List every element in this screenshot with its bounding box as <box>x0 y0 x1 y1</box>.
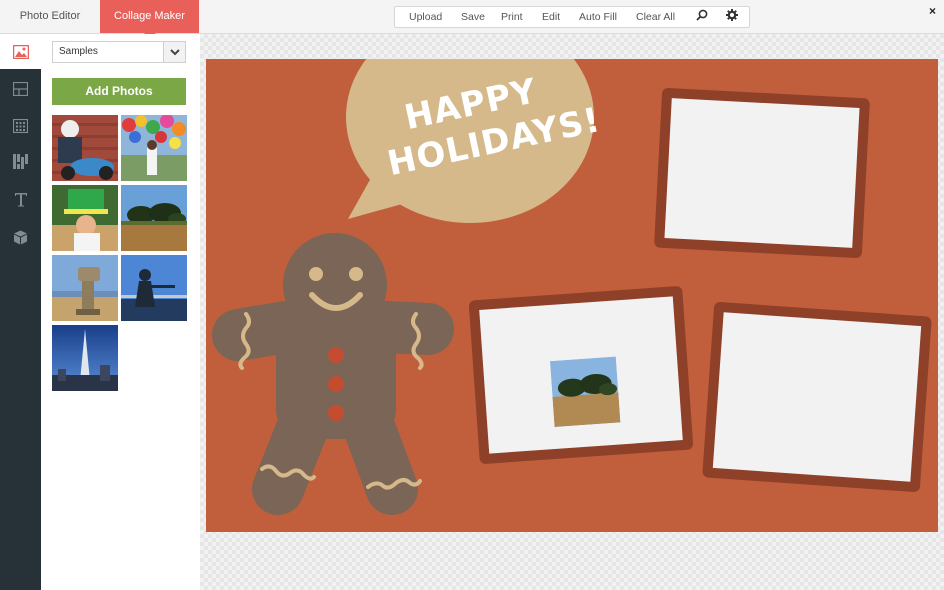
source-select-value: Samples <box>59 46 98 57</box>
photo-thumbnail[interactable] <box>52 325 118 391</box>
save-button[interactable]: Save <box>461 7 485 27</box>
collage-canvas: HAPPY HOLIDAYS! <box>206 59 938 532</box>
edit-button[interactable]: Edit <box>542 7 560 27</box>
rail-layouts[interactable] <box>0 71 41 106</box>
photos-panel: Samples Add Photos <box>41 34 200 590</box>
gear-icon[interactable] <box>725 8 739 28</box>
rail-stickers[interactable] <box>0 220 41 255</box>
text-icon <box>14 193 27 207</box>
top-bar: Photo Editor Collage Maker Upload Save P… <box>0 0 944 39</box>
close-icon[interactable]: × <box>929 4 936 18</box>
grid-icon <box>13 118 28 133</box>
photo-frame[interactable] <box>468 285 694 465</box>
layout-icon <box>13 81 28 96</box>
photo-thumbnail[interactable] <box>121 255 187 321</box>
left-rail <box>0 34 41 590</box>
auto-fill-button[interactable]: Auto Fill <box>579 7 617 27</box>
tab-collage-maker[interactable]: Collage Maker <box>100 0 199 39</box>
photo-thumbnail[interactable] <box>52 185 118 251</box>
add-photos-button[interactable]: Add Photos <box>52 78 186 105</box>
photo-thumbnail[interactable] <box>52 255 118 321</box>
photo-thumbnail[interactable] <box>52 115 118 181</box>
search-icon[interactable] <box>695 8 709 28</box>
upload-button[interactable]: Upload <box>409 7 442 27</box>
rail-grids[interactable] <box>0 108 41 143</box>
clear-all-button[interactable]: Clear All <box>636 7 675 27</box>
source-select[interactable]: Samples <box>52 41 186 63</box>
cube-icon <box>14 230 27 245</box>
toolbar-menu: Upload Save Print Edit Auto Fill Clear A… <box>394 6 750 28</box>
print-button[interactable]: Print <box>501 7 523 27</box>
photo-thumbnail[interactable] <box>121 185 187 251</box>
photo-frame[interactable] <box>702 301 932 493</box>
frame-photo[interactable] <box>549 356 621 427</box>
photo-frame[interactable] <box>653 87 871 259</box>
rail-patterns[interactable] <box>0 144 41 179</box>
image-icon <box>12 44 29 59</box>
pattern-icon <box>13 154 28 169</box>
photo-thumbnail[interactable] <box>121 115 187 181</box>
tab-photo-editor[interactable]: Photo Editor <box>0 0 100 33</box>
chevron-down-icon[interactable] <box>163 42 185 62</box>
rail-photos[interactable] <box>0 34 41 69</box>
rail-text[interactable] <box>0 182 41 217</box>
